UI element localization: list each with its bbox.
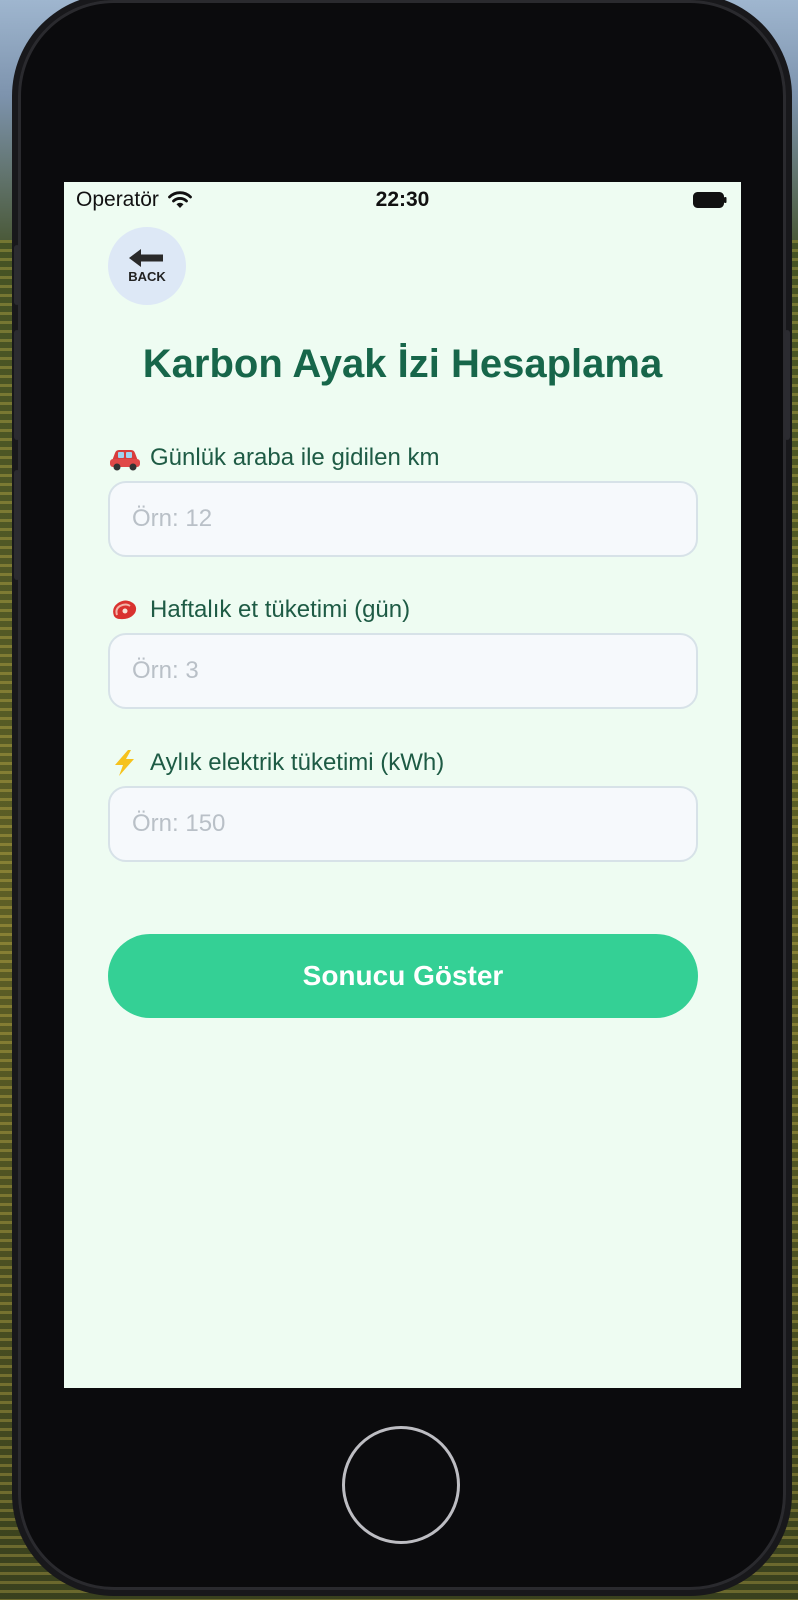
status-time: 22:30 [375,188,430,211]
field-label-text: Günlük araba ile gidilen km [150,444,440,471]
meat-days-input[interactable] [108,633,698,709]
meat-days-label: Haftalık et tüketimi (gün) [108,596,410,624]
app-screen: Operatör 22:30 BACK Karbon Ayak İzi Hesa… [64,182,741,1388]
volume-up-button [14,330,20,440]
car-km-input[interactable] [108,481,698,557]
electricity-input[interactable] [108,786,698,862]
back-arrow-icon [129,249,163,267]
home-button[interactable] [342,1426,460,1544]
show-result-button[interactable]: Sonucu Göster [108,934,698,1018]
car-icon [110,450,140,471]
back-label: BACK [128,269,166,284]
car-km-label: Günlük araba ile gidilen km [108,444,440,472]
mute-switch [14,245,20,305]
page-title: Karbon Ayak İzi Hesaplama [142,342,663,386]
power-button [784,330,790,440]
battery-icon [693,192,727,208]
status-bar: Operatör 22:30 [64,182,741,222]
field-label-text: Aylık elektrik tüketimi (kWh) [150,749,445,776]
lightning-icon [115,750,134,776]
back-button[interactable]: BACK [108,227,186,305]
meat-icon [113,600,137,620]
volume-down-button [14,470,20,580]
electricity-label: Aylık elektrik tüketimi (kWh) [108,749,444,777]
field-label-text: Haftalık et tüketimi (gün) [150,596,411,623]
